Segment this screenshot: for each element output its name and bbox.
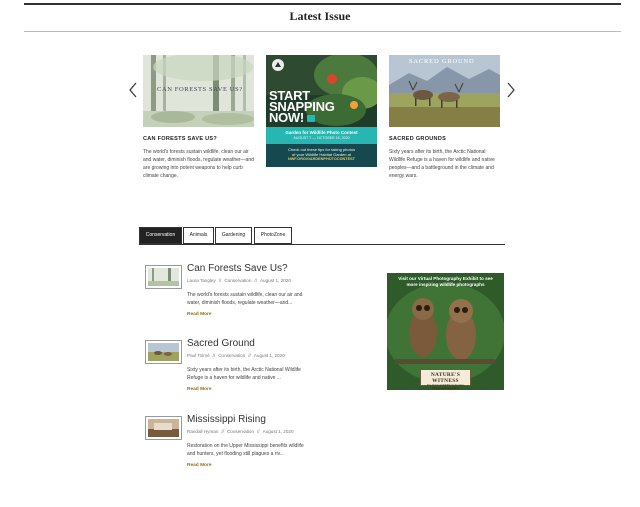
caribou-image[interactable]: SACRED GROUND [389,55,500,127]
ad-badge-title: NATURE'S WITNESS [430,372,461,384]
photo-contest-promo[interactable]: START SNAPPING NOW! Garden for Wildlife … [266,55,377,167]
article-author[interactable]: Randall Hyman [187,429,218,434]
card-title[interactable]: CAN FORESTS SAVE US? [143,136,254,142]
article-author[interactable]: Laura Tangley [187,278,216,283]
article-category[interactable]: Conservation [224,278,251,283]
article-excerpt: Restoration on the Upper Mississippi ben… [187,443,304,457]
ad-line: more inspiring wildlife photographs [406,282,485,287]
article-date: August 1, 2020 [253,353,285,358]
tab-gardening[interactable]: Gardening [215,227,252,244]
article-date: August 1, 2020 [259,278,291,283]
meta-separator: // [218,278,222,283]
promo-headline: START SNAPPING NOW! [269,89,335,124]
camera-icon [307,115,316,123]
tabs-rule [139,244,505,245]
promo-dates: AUGUST 7 — OCTOBER 15, 2020 [293,136,350,140]
article-meta: Laura Tangley//Conservation//August 1, 2… [187,278,294,283]
article-thumbnail[interactable] [145,416,182,440]
promo-url[interactable]: NWF.ORG/GARDENPHOTOCONTEST [266,157,377,162]
promo-logo-icon [272,59,284,71]
meta-separator: // [212,353,216,358]
meta-separator: // [257,429,260,434]
article-meta: Randall Hyman//Conservation//August 1, 2… [187,429,297,434]
article-excerpt: The world's forests sustain wildlife, cl… [187,292,303,306]
ad-badge: NATURE'S WITNESS The National Wildlife F… [420,369,471,390]
caribou-image-caption: SACRED GROUND [409,58,475,65]
read-more-link[interactable]: Read More [187,463,212,468]
card-text: Sixty years after its birth, the Arctic … [389,149,495,179]
promo-strip: Garden for Wildlife Photo Contest AUGUST… [266,127,377,144]
forest-image[interactable]: CAN FORESTS SAVE US? [143,55,254,127]
tab-conservation[interactable]: Conservation [139,227,182,244]
promo-bottom: Check out these tips for taking photos o… [266,144,377,167]
carousel-card-forests[interactable]: CAN FORESTS SAVE US? CAN FORESTS SAVE US… [143,55,254,179]
carousel-card-sacred-grounds[interactable]: SACRED GROUND SACRED GROUNDS Sixty years… [389,55,500,179]
ad-badge-sub: Photography Exhibition [432,387,459,390]
chevron-left-icon[interactable] [128,82,138,98]
title-rule [24,31,621,32]
article-title[interactable]: Sacred Ground [187,338,255,349]
meta-separator: // [221,429,224,434]
meta-separator: // [254,278,257,283]
top-rule [24,3,621,5]
article-category[interactable]: Conservation [227,429,254,434]
natures-witness-ad[interactable]: Visit our Virtual Photography Exhibit to… [387,273,504,390]
article-author[interactable]: Paul Tolmé [187,353,210,358]
article-category[interactable]: Conservation [218,353,245,358]
forest-image-caption: CAN FORESTS SAVE US? [157,86,243,93]
read-more-link[interactable]: Read More [187,312,212,317]
article-date: August 1, 2020 [262,429,294,434]
read-more-link[interactable]: Read More [187,387,212,392]
promo-sub: Garden for Wildlife Photo Contest [285,130,358,135]
article-meta: Paul Tolmé//Conservation//August 1, 2020 [187,353,288,358]
article-title[interactable]: Mississippi Rising [187,414,266,425]
tab-animals[interactable]: Animals [183,227,214,244]
card-text: The world's forests sustain wildlife, cl… [143,149,254,179]
card-title[interactable]: SACRED GROUNDS [389,136,500,142]
article-title[interactable]: Can Forests Save Us? [187,263,288,274]
article-excerpt: Sixty years after its birth, the Arctic … [187,367,301,381]
article-thumbnail[interactable] [145,340,182,364]
chevron-right-icon[interactable] [506,82,516,98]
meta-separator: // [248,353,251,358]
article-thumbnail[interactable] [145,265,182,289]
ad-text: Visit our Virtual Photography Exhibit to… [387,276,504,288]
section-title: Latest Issue [289,9,351,23]
tab-photozone[interactable]: PhotoZone [254,227,292,244]
